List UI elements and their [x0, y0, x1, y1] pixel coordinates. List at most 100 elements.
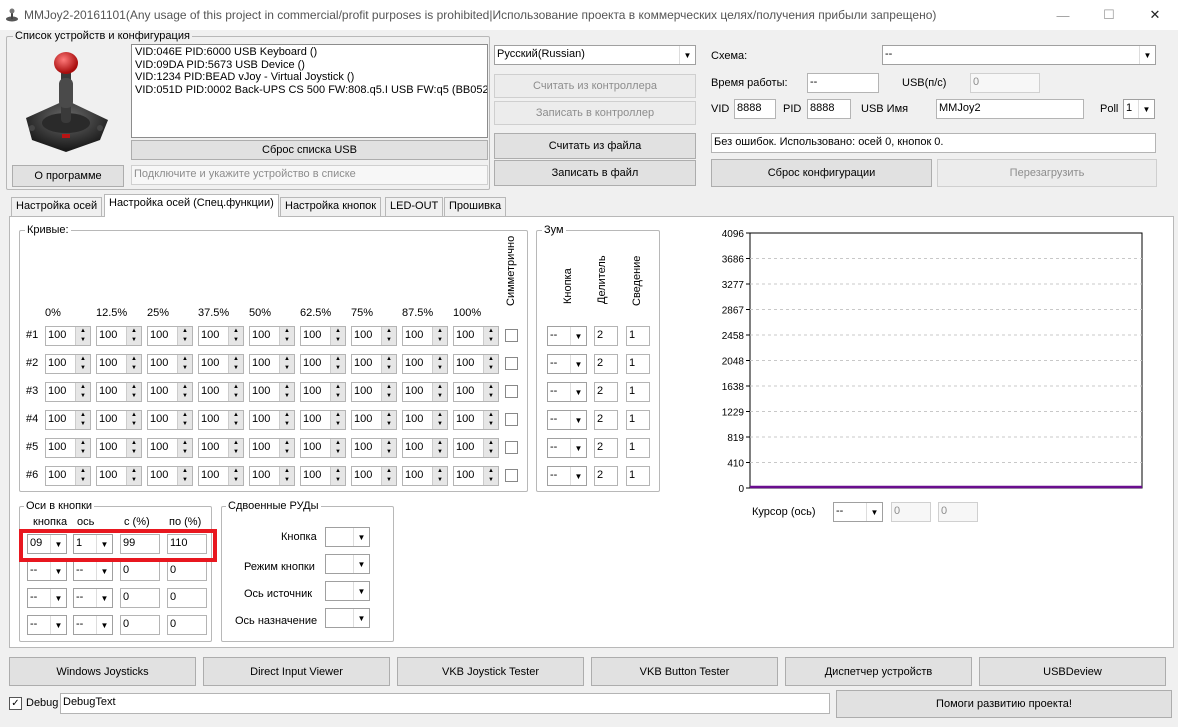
spinner-arrows-icon[interactable]: ▲ ▼ [228, 327, 243, 345]
spinner-arrows-icon[interactable]: ▲ ▼ [483, 467, 498, 485]
axb-from-field[interactable]: 0 [120, 588, 160, 608]
zoom-reduce-field[interactable]: 1 [626, 410, 650, 430]
zoom-button-select[interactable]: -- ▼ [547, 354, 587, 374]
device-list-item[interactable]: VID:1234 PID:BEAD vJoy - Virtual Joystic… [135, 71, 484, 84]
spinner-arrows-icon[interactable]: ▲ ▼ [432, 327, 447, 345]
curve-point-spinner[interactable]: 100 ▲ ▼ [198, 354, 244, 374]
poll-select[interactable]: 1 ▼ [1123, 99, 1155, 119]
axb-to-field[interactable]: 0 [167, 561, 207, 581]
write-controller-button[interactable]: Записать в контроллер [494, 101, 696, 125]
curve-point-spinner[interactable]: 100 ▲ ▼ [96, 466, 142, 486]
zoom-reduce-field[interactable]: 1 [626, 466, 650, 486]
dual-button-select[interactable]: ▼ [325, 527, 370, 547]
axb-button-select[interactable]: -- ▼ [27, 561, 67, 581]
write-file-button[interactable]: Записать в файл [494, 160, 696, 186]
spinner-arrows-icon[interactable]: ▲ ▼ [126, 327, 141, 345]
device-listbox[interactable]: VID:046E PID:6000 USB Keyboard () VID:09… [131, 44, 488, 138]
curve-point-spinner[interactable]: 100 ▲ ▼ [45, 382, 91, 402]
spinner-arrows-icon[interactable]: ▲ ▼ [483, 411, 498, 429]
spinner-arrows-icon[interactable]: ▲ ▼ [126, 467, 141, 485]
curve-point-spinner[interactable]: 100 ▲ ▼ [351, 438, 397, 458]
symmetric-checkbox[interactable] [505, 413, 518, 426]
spinner-arrows-icon[interactable]: ▲ ▼ [126, 383, 141, 401]
spinner-arrows-icon[interactable]: ▲ ▼ [75, 467, 90, 485]
spinner-arrows-icon[interactable]: ▲ ▼ [228, 411, 243, 429]
spinner-arrows-icon[interactable]: ▲ ▼ [330, 383, 345, 401]
spinner-arrows-icon[interactable]: ▲ ▼ [483, 327, 498, 345]
spinner-arrows-icon[interactable]: ▲ ▼ [330, 439, 345, 457]
curve-point-spinner[interactable]: 100 ▲ ▼ [402, 382, 448, 402]
curve-point-spinner[interactable]: 100 ▲ ▼ [453, 466, 499, 486]
spinner-arrows-icon[interactable]: ▲ ▼ [228, 383, 243, 401]
spinner-arrows-icon[interactable]: ▲ ▼ [228, 439, 243, 457]
spinner-arrows-icon[interactable]: ▲ ▼ [279, 411, 294, 429]
axb-to-field[interactable]: 0 [167, 615, 207, 635]
support-project-button[interactable]: Помоги развитию проекта! [836, 690, 1172, 718]
cursor-axis-select[interactable]: -- ▼ [833, 502, 883, 522]
curve-point-spinner[interactable]: 100 ▲ ▼ [198, 382, 244, 402]
spinner-arrows-icon[interactable]: ▲ ▼ [432, 411, 447, 429]
spinner-arrows-icon[interactable]: ▲ ▼ [177, 355, 192, 373]
zoom-divider-field[interactable]: 2 [594, 354, 618, 374]
curve-point-spinner[interactable]: 100 ▲ ▼ [147, 326, 193, 346]
usb-rate-field[interactable]: 0 [970, 73, 1040, 93]
spinner-arrows-icon[interactable]: ▲ ▼ [126, 439, 141, 457]
curve-point-spinner[interactable]: 100 ▲ ▼ [351, 410, 397, 430]
windows-joysticks-button[interactable]: Windows Joysticks [9, 657, 196, 686]
zoom-reduce-field[interactable]: 1 [626, 382, 650, 402]
direct-input-viewer-button[interactable]: Direct Input Viewer [203, 657, 390, 686]
symmetric-checkbox[interactable] [505, 469, 518, 482]
spinner-arrows-icon[interactable]: ▲ ▼ [330, 467, 345, 485]
zoom-button-select[interactable]: -- ▼ [547, 438, 587, 458]
vkb-joystick-tester-button[interactable]: VKB Joystick Tester [397, 657, 584, 686]
spinner-arrows-icon[interactable]: ▲ ▼ [432, 467, 447, 485]
spinner-arrows-icon[interactable]: ▲ ▼ [483, 439, 498, 457]
spinner-arrows-icon[interactable]: ▲ ▼ [75, 355, 90, 373]
curve-point-spinner[interactable]: 100 ▲ ▼ [453, 382, 499, 402]
curve-point-spinner[interactable]: 100 ▲ ▼ [198, 410, 244, 430]
maximize-button[interactable]: ☐ [1086, 0, 1132, 30]
curve-point-spinner[interactable]: 100 ▲ ▼ [351, 382, 397, 402]
spinner-arrows-icon[interactable]: ▲ ▼ [330, 327, 345, 345]
spinner-arrows-icon[interactable]: ▲ ▼ [330, 411, 345, 429]
spinner-arrows-icon[interactable]: ▲ ▼ [177, 411, 192, 429]
spinner-arrows-icon[interactable]: ▲ ▼ [177, 439, 192, 457]
reset-config-button[interactable]: Сброс конфигурации [711, 159, 932, 187]
spinner-arrows-icon[interactable]: ▲ ▼ [75, 439, 90, 457]
zoom-button-select[interactable]: -- ▼ [547, 410, 587, 430]
curve-point-spinner[interactable]: 100 ▲ ▼ [249, 326, 295, 346]
curve-point-spinner[interactable]: 100 ▲ ▼ [453, 354, 499, 374]
tab-axes[interactable]: Настройка осей [11, 197, 103, 216]
curve-point-spinner[interactable]: 100 ▲ ▼ [45, 354, 91, 374]
axb-button-select[interactable]: -- ▼ [27, 588, 67, 608]
spinner-arrows-icon[interactable]: ▲ ▼ [432, 439, 447, 457]
zoom-button-select[interactable]: -- ▼ [547, 326, 587, 346]
dual-source-select[interactable]: ▼ [325, 581, 370, 601]
spinner-arrows-icon[interactable]: ▲ ▼ [381, 439, 396, 457]
axb-from-field[interactable]: 0 [120, 561, 160, 581]
spinner-arrows-icon[interactable]: ▲ ▼ [75, 327, 90, 345]
dual-target-select[interactable]: ▼ [325, 608, 370, 628]
spinner-arrows-icon[interactable]: ▲ ▼ [75, 383, 90, 401]
curve-point-spinner[interactable]: 100 ▲ ▼ [300, 382, 346, 402]
curve-point-spinner[interactable]: 100 ▲ ▼ [300, 438, 346, 458]
spinner-arrows-icon[interactable]: ▲ ▼ [483, 355, 498, 373]
usbdeview-button[interactable]: USBDeview [979, 657, 1166, 686]
vid-field[interactable]: 8888 [734, 99, 776, 119]
axb-axis-select[interactable]: -- ▼ [73, 561, 113, 581]
curve-point-spinner[interactable]: 100 ▲ ▼ [96, 382, 142, 402]
curve-point-spinner[interactable]: 100 ▲ ▼ [300, 466, 346, 486]
curve-point-spinner[interactable]: 100 ▲ ▼ [300, 354, 346, 374]
curve-point-spinner[interactable]: 100 ▲ ▼ [402, 326, 448, 346]
curve-point-spinner[interactable]: 100 ▲ ▼ [96, 326, 142, 346]
symmetric-checkbox[interactable] [505, 329, 518, 342]
read-controller-button[interactable]: Считать из контроллера [494, 74, 696, 98]
curve-point-spinner[interactable]: 100 ▲ ▼ [249, 466, 295, 486]
curve-point-spinner[interactable]: 100 ▲ ▼ [300, 326, 346, 346]
symmetric-checkbox[interactable] [505, 357, 518, 370]
spinner-arrows-icon[interactable]: ▲ ▼ [126, 411, 141, 429]
language-select[interactable]: Русский(Russian) ▼ [494, 45, 696, 65]
close-button[interactable]: ✕ [1132, 0, 1178, 30]
device-list-item[interactable]: VID:046E PID:6000 USB Keyboard () [135, 46, 484, 59]
curve-point-spinner[interactable]: 100 ▲ ▼ [96, 438, 142, 458]
